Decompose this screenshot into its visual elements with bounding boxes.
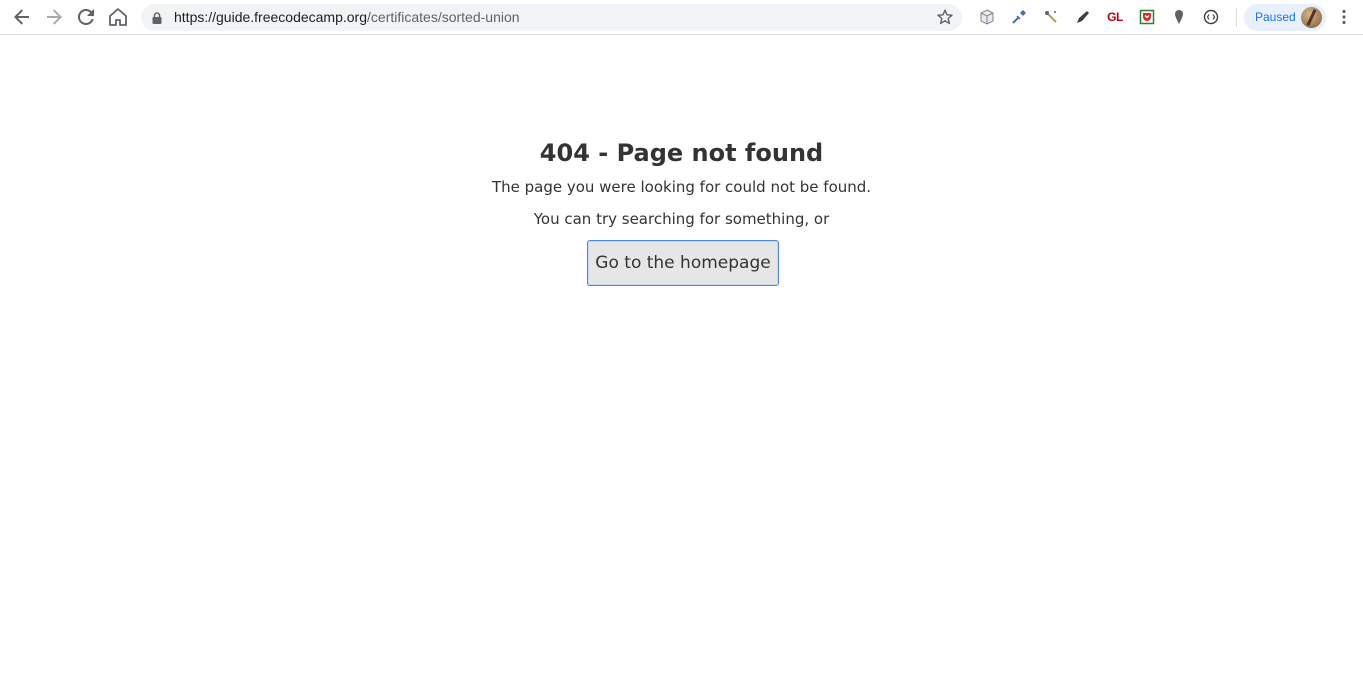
search-suggestion: You can try searching for something, or — [533, 210, 830, 228]
pocket-icon[interactable] — [1136, 5, 1158, 29]
toolbar-divider — [1236, 8, 1237, 27]
wand-icon[interactable] — [1040, 5, 1062, 29]
page-title: 404 - Page not found — [539, 139, 824, 167]
pen-icon[interactable] — [1072, 5, 1094, 29]
bookmark-star-icon[interactable] — [937, 9, 953, 30]
forward-icon[interactable] — [42, 5, 66, 29]
url-text[interactable]: https://guide.freecodecamp.org/certifica… — [174, 4, 520, 31]
not-found-message: The page you were looking for could not … — [491, 178, 872, 196]
profile-status: Paused — [1255, 10, 1296, 24]
home-icon[interactable] — [106, 5, 130, 29]
url-host: https://guide.freecodecamp.org — [174, 9, 368, 25]
profile-button[interactable]: Paused — [1244, 4, 1326, 31]
address-bar[interactable]: https://guide.freecodecamp.org/certifica… — [141, 4, 962, 31]
avatar — [1301, 7, 1322, 28]
pin-icon[interactable] — [1168, 5, 1190, 29]
lock-icon[interactable] — [152, 11, 162, 29]
cube-icon[interactable] — [976, 5, 998, 29]
more-menu-icon[interactable] — [1334, 5, 1354, 29]
go-to-homepage-button[interactable]: Go to the homepage — [587, 240, 779, 286]
reload-icon[interactable] — [74, 5, 98, 29]
back-icon[interactable] — [10, 5, 34, 29]
gl-extension[interactable]: GL — [1102, 5, 1128, 29]
pipette-icon[interactable] — [1008, 5, 1030, 29]
shield-icon[interactable] — [1200, 5, 1222, 29]
url-path: /certificates/sorted-union — [367, 9, 520, 25]
browser-toolbar: https://guide.freecodecamp.org/certifica… — [0, 0, 1363, 35]
gl-extension-label: GL — [1107, 10, 1123, 24]
